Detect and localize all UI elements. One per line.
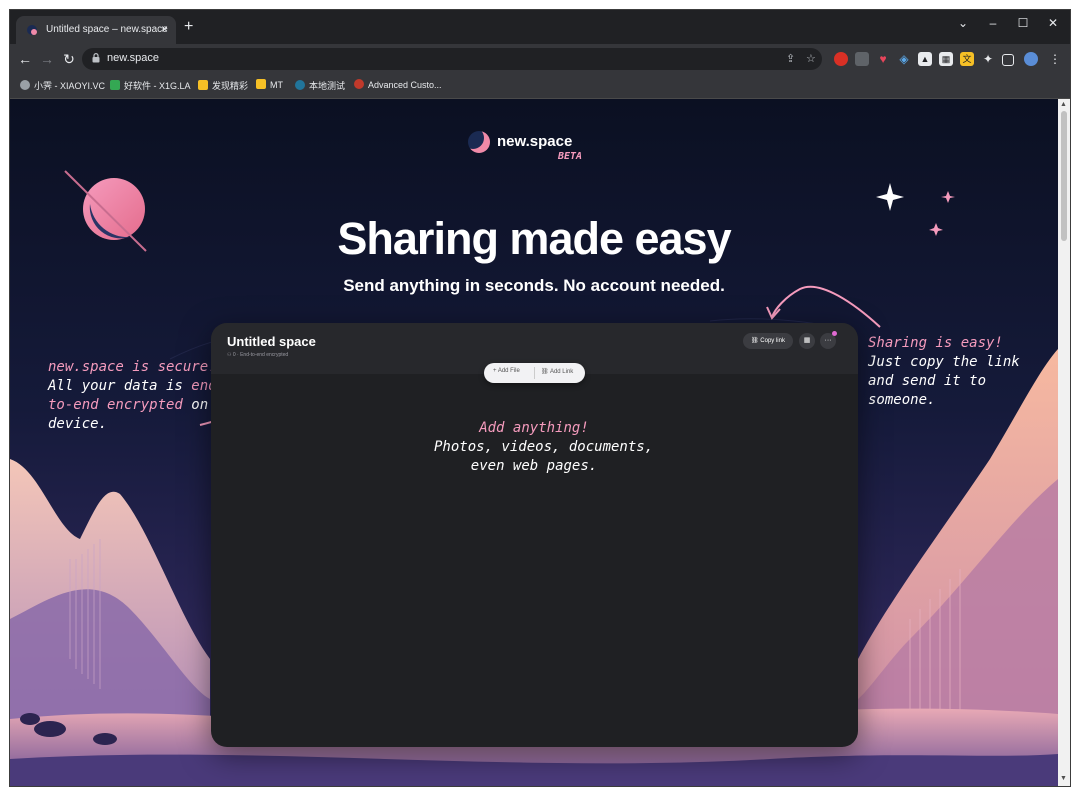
space-title[interactable]: Untitled space xyxy=(227,334,316,349)
note-text: new.space is secure! xyxy=(48,359,217,375)
page-title: Sharing made easy xyxy=(337,213,731,264)
note-text: and send it to xyxy=(868,373,987,389)
divider xyxy=(534,367,535,379)
note-text: Sharing is easy! xyxy=(868,335,1003,351)
tab-title: Untitled space – new.space xyxy=(46,24,168,35)
tab-search-icon[interactable]: ⌄ xyxy=(948,16,978,30)
note-text: Add anything! xyxy=(479,420,589,436)
notification-dot xyxy=(832,331,837,336)
note-text: Just copy the link xyxy=(868,354,1020,370)
extension-glasses-icon[interactable] xyxy=(855,52,869,66)
copy-link-button[interactable]: ⛓ Copy link xyxy=(743,333,793,349)
title-bar: Untitled space – new.space × + ⌄ – ☐ ✕ xyxy=(10,10,1070,44)
extension-qr-icon[interactable]: ▦ xyxy=(939,52,953,66)
space-panel: Untitled space ⚇ 0 · End-to-end encrypte… xyxy=(211,323,858,747)
page-scrollbar[interactable]: ▲ ▼ xyxy=(1058,99,1070,786)
note-text: to-end encrypted xyxy=(48,397,183,413)
wordpress-icon xyxy=(295,80,305,90)
lock-icon xyxy=(92,53,100,63)
extension-heart-icon[interactable]: ♥ xyxy=(876,52,890,66)
bookmark-label: Advanced Custo... xyxy=(368,80,442,90)
address-bar[interactable]: new.space ⇪ ☆ xyxy=(82,48,822,70)
scroll-up-icon[interactable]: ▲ xyxy=(1060,101,1067,108)
bookmark-item[interactable]: 本地测试 xyxy=(295,79,345,92)
bookmark-item[interactable]: 好软件 - X1G.LA xyxy=(110,79,191,92)
note-text: even web pages. xyxy=(470,458,598,474)
scroll-down-icon[interactable]: ▼ xyxy=(1060,775,1067,782)
extensions-puzzle-icon[interactable]: ✦ xyxy=(981,52,995,66)
bookmark-label: 小霁 - XIAOYI.VC xyxy=(34,81,106,91)
extension-red-icon[interactable] xyxy=(834,52,848,66)
bookmark-favicon-icon xyxy=(354,79,364,89)
logo-planet-icon xyxy=(468,131,490,153)
page-viewport: new.space BETA Sharing made easy Send an… xyxy=(10,99,1058,786)
bookmark-label: MT xyxy=(270,80,283,90)
browser-toolbar: ← → ↻ new.space ⇪ ☆ ♥ ◈ ▲ ▦ 文 ✦ ⋮ xyxy=(10,44,1070,74)
tab-favicon-icon xyxy=(27,25,37,35)
add-link-button[interactable]: ⛓ Add Link xyxy=(541,368,573,375)
browser-menu-icon[interactable]: ⋮ xyxy=(1048,52,1062,66)
extension-a-icon[interactable]: ▲ xyxy=(918,52,932,66)
add-anything-note: Add anything! Photos, videos, documents,… xyxy=(434,419,654,476)
logo-name: new.space xyxy=(497,133,573,150)
close-window-button[interactable]: ✕ xyxy=(1038,16,1068,30)
profile-avatar[interactable] xyxy=(1024,52,1038,66)
add-file-button[interactable]: + Add File xyxy=(493,368,520,374)
bookmark-item[interactable]: 发现精彩 xyxy=(198,79,248,92)
bookmark-item[interactable]: MT xyxy=(256,79,283,90)
qr-code-button[interactable]: ▦ xyxy=(799,333,815,349)
back-button[interactable]: ← xyxy=(16,50,34,68)
bookmark-item[interactable]: Advanced Custo... xyxy=(354,79,442,90)
new-space-logo[interactable]: new.space BETA xyxy=(468,131,598,171)
bookmark-star-icon[interactable]: ☆ xyxy=(806,52,816,65)
note-text: All your data is xyxy=(48,378,192,394)
bookmark-label: 发现精彩 xyxy=(212,81,249,91)
new-tab-button[interactable]: + xyxy=(184,18,193,36)
bookmark-label: 本地测试 xyxy=(309,81,346,91)
bookmark-item[interactable]: 小霁 - XIAOYI.VC xyxy=(20,79,105,92)
note-text: Photos, videos, documents, xyxy=(434,439,654,455)
beta-badge: BETA xyxy=(558,151,583,162)
note-text: device. xyxy=(48,416,108,432)
bookmark-favicon-icon xyxy=(198,80,208,90)
browser-window: Untitled space – new.space × + ⌄ – ☐ ✕ ←… xyxy=(10,10,1070,786)
url-text: new.space xyxy=(107,52,159,64)
share-icon[interactable]: ⇪ xyxy=(786,52,795,65)
minimize-button[interactable]: – xyxy=(978,16,1008,30)
scrollbar-thumb[interactable] xyxy=(1061,111,1067,241)
folder-icon xyxy=(256,79,266,89)
sharing-note: Sharing is easy! Just copy the link and … xyxy=(868,334,1020,410)
page-subtitle: Send anything in seconds. No account nee… xyxy=(343,276,725,295)
bookmarks-bar: 小霁 - XIAOYI.VC 好软件 - X1G.LA 发现精彩 MT 本地测试… xyxy=(10,74,1070,99)
maximize-button[interactable]: ☐ xyxy=(1008,16,1038,30)
reload-button[interactable]: ↻ xyxy=(60,50,78,68)
forward-button[interactable]: → xyxy=(38,50,56,68)
bookmark-favicon-icon xyxy=(110,80,120,90)
note-text: on xyxy=(182,397,209,413)
bookmark-favicon-icon xyxy=(20,80,30,90)
add-toolbar: + Add File ⛓ Add Link xyxy=(484,363,585,383)
secure-note: new.space is secure! All your data is en… xyxy=(48,358,225,434)
encryption-status: ⚇ 0 · End-to-end encrypted xyxy=(227,352,289,358)
note-text: someone. xyxy=(868,392,936,408)
side-panel-icon[interactable] xyxy=(1002,54,1014,66)
extension-translate-icon[interactable]: 文 xyxy=(960,52,974,66)
browser-tab[interactable]: Untitled space – new.space × xyxy=(16,16,176,44)
extension-layers-icon[interactable]: ◈ xyxy=(897,52,911,66)
bookmark-label: 好软件 - X1G.LA xyxy=(124,81,191,91)
tab-close-icon[interactable]: × xyxy=(161,22,168,36)
